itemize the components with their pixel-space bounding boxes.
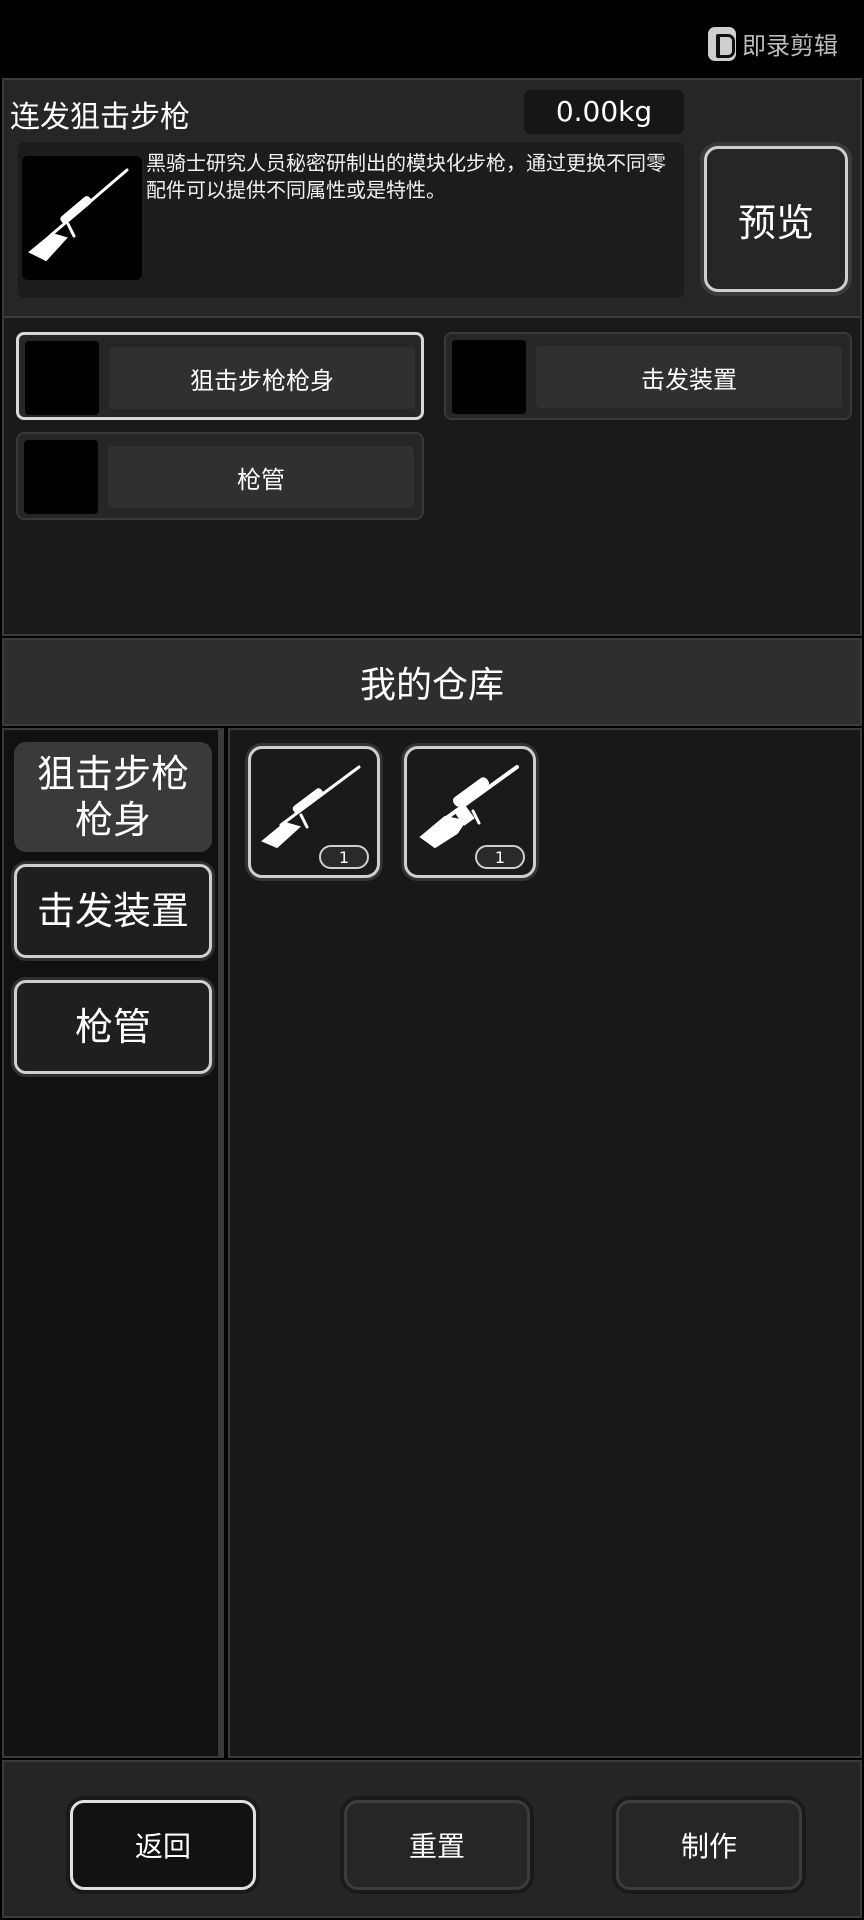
back-button[interactable]: 返回 bbox=[70, 1800, 256, 1890]
slot-firing-mechanism[interactable]: 击发装置 bbox=[444, 332, 852, 420]
part-slots-panel: 狙击步枪枪身 击发装置 枪管 bbox=[2, 318, 862, 636]
slot-empty-icon bbox=[24, 440, 98, 514]
slot-label: 狙击步枪枪身 bbox=[109, 347, 415, 409]
reset-button[interactable]: 重置 bbox=[344, 1800, 530, 1890]
app-logo-icon bbox=[708, 26, 736, 61]
item-description: 黑骑士研究人员秘密研制出的模块化步枪，通过更换不同零配件可以提供不同属性或是特性… bbox=[146, 151, 666, 202]
item-count-badge: 1 bbox=[319, 845, 369, 869]
slot-empty-icon bbox=[25, 341, 99, 415]
category-barrel[interactable]: 枪管 bbox=[14, 980, 212, 1074]
slot-empty-icon bbox=[452, 340, 526, 414]
sniper-rifle-icon bbox=[28, 168, 129, 262]
preview-button[interactable]: 预览 bbox=[704, 146, 848, 292]
category-label: 击发装置 bbox=[36, 889, 189, 933]
item-thumbnail bbox=[22, 156, 142, 280]
slot-label: 枪管 bbox=[108, 446, 414, 508]
category-firing-mechanism[interactable]: 击发装置 bbox=[14, 864, 212, 958]
sniper-rifle-icon bbox=[261, 765, 361, 849]
watermark: 即录剪辑 bbox=[708, 26, 838, 61]
slot-label: 击发装置 bbox=[536, 346, 842, 408]
category-sidebar: 狙击步枪 枪身 击发装置 枪管 bbox=[2, 728, 224, 1758]
slot-barrel[interactable]: 枪管 bbox=[16, 432, 424, 520]
item-count-badge: 1 bbox=[475, 845, 525, 869]
scoped-rifle-icon bbox=[419, 765, 519, 849]
category-label: 枪管 bbox=[74, 1005, 151, 1049]
inventory-grid: 1 1 bbox=[228, 728, 862, 1758]
category-label: 狙击步枪 枪身 bbox=[36, 752, 189, 842]
item-header: 连发狙击步枪 0.00kg 黑骑士研究人员秘密研制出的模块化步枪，通过更换不同零… bbox=[2, 78, 862, 318]
category-rifle-body[interactable]: 狙击步枪 枪身 bbox=[14, 742, 212, 852]
watermark-text: 即录剪辑 bbox=[742, 32, 838, 60]
slot-rifle-body[interactable]: 狙击步枪枪身 bbox=[16, 332, 424, 420]
item-name: 连发狙击步枪 bbox=[10, 100, 190, 135]
bottom-action-bar: 返回 重置 制作 bbox=[2, 1760, 862, 1918]
inventory-item[interactable]: 1 bbox=[404, 746, 536, 878]
item-description-box: 黑骑士研究人员秘密研制出的模块化步枪，通过更换不同零配件可以提供不同属性或是特性… bbox=[18, 142, 684, 298]
craft-button[interactable]: 制作 bbox=[616, 1800, 802, 1890]
warehouse-title: 我的仓库 bbox=[2, 638, 862, 726]
item-weight: 0.00kg bbox=[524, 90, 684, 134]
inventory-item[interactable]: 1 bbox=[248, 746, 380, 878]
status-bar: 即录剪辑 bbox=[0, 0, 864, 78]
